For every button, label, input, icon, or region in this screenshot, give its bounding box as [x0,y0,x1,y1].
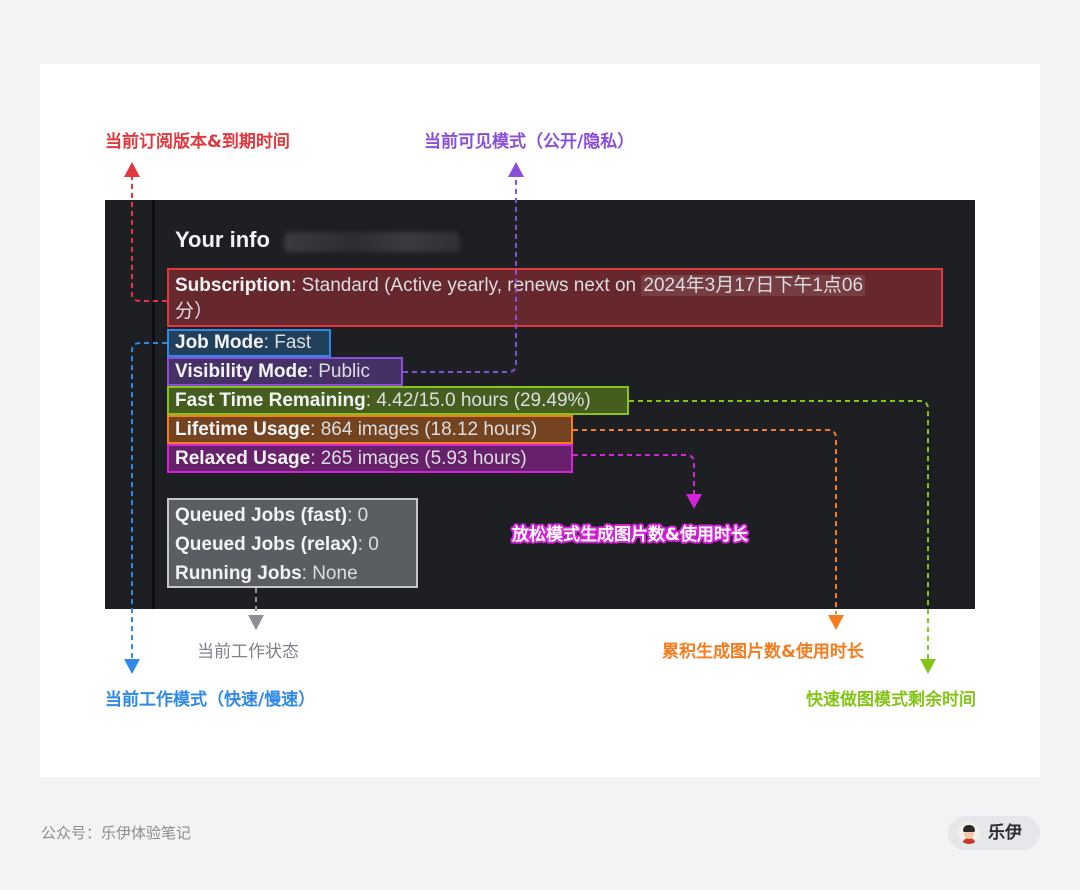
author-badge: 乐伊 [948,816,1040,850]
queued-fast-row: Queued Jobs (fast): 0 [175,503,368,529]
queued-relax-row: Queued Jobs (relax): 0 [175,532,379,558]
renew-date-cont: 分） [175,301,214,322]
queued-fast-value: : 0 [347,505,369,526]
job-mode-label: Job Mode [175,332,264,353]
subscription-value: : Standard (Active yearly, renews next o… [291,275,642,296]
subscription-label: Subscription [175,275,292,296]
job-mode-value: : Fast [263,332,312,353]
lifetime-row: Lifetime Usage: 864 images (18.12 hours) [175,417,537,443]
your-info-title: Your info [175,227,270,252]
renew-date: 2024年3月17日下午1点06 [641,275,866,296]
relaxed-label: Relaxed Usage [175,448,311,469]
fast-time-row: Fast Time Remaining: 4.42/15.0 hours (29… [175,388,591,414]
annotation-status: 当前工作状态 [197,642,299,662]
annotation-job-mode: 当前工作模式（快速/慢速） [105,690,316,710]
relaxed-row: Relaxed Usage: 265 images (5.93 hours) [175,446,527,472]
relaxed-value: : 265 images (5.93 hours) [310,448,527,469]
lifetime-label: Lifetime Usage [175,419,311,440]
fast-time-value: : 4.42/15.0 hours (29.49%) [365,390,591,411]
visibility-value: : Public [307,361,370,382]
visibility-label: Visibility Mode [175,361,308,382]
footer-account: 公众号：乐伊体验笔记 [41,824,192,842]
redacted-username [284,232,460,252]
author-name: 乐伊 [988,823,1022,843]
queued-relax-value: : 0 [357,534,379,555]
queued-relax-label: Queued Jobs (relax) [175,534,358,555]
running-jobs-row: Running Jobs: None [175,561,358,587]
lifetime-value: : 864 images (18.12 hours) [310,419,538,440]
quote-bar [152,200,155,609]
annotation-relaxed: 放松模式生成图片数&使用时长 [512,525,748,545]
visibility-row: Visibility Mode: Public [175,359,370,385]
annotation-lifetime: 累积生成图片数&使用时长 [662,642,864,662]
annotation-visibility: 当前可见模式（公开/隐私） [424,132,635,152]
job-mode-row: Job Mode: Fast [175,330,311,356]
annotation-fast-time: 快速做图模式剩余时间 [806,690,976,710]
annotation-subscription: 当前订阅版本&到期时间 [105,132,290,152]
subscription-row: Subscription: Standard (Active yearly, r… [175,273,866,299]
avatar [958,822,980,844]
subscription-row-cont: 分） [175,299,213,325]
queued-fast-label: Queued Jobs (fast) [175,505,348,526]
running-jobs-value: : None [301,563,358,584]
fast-time-label: Fast Time Remaining [175,390,366,411]
running-jobs-label: Running Jobs [175,563,302,584]
